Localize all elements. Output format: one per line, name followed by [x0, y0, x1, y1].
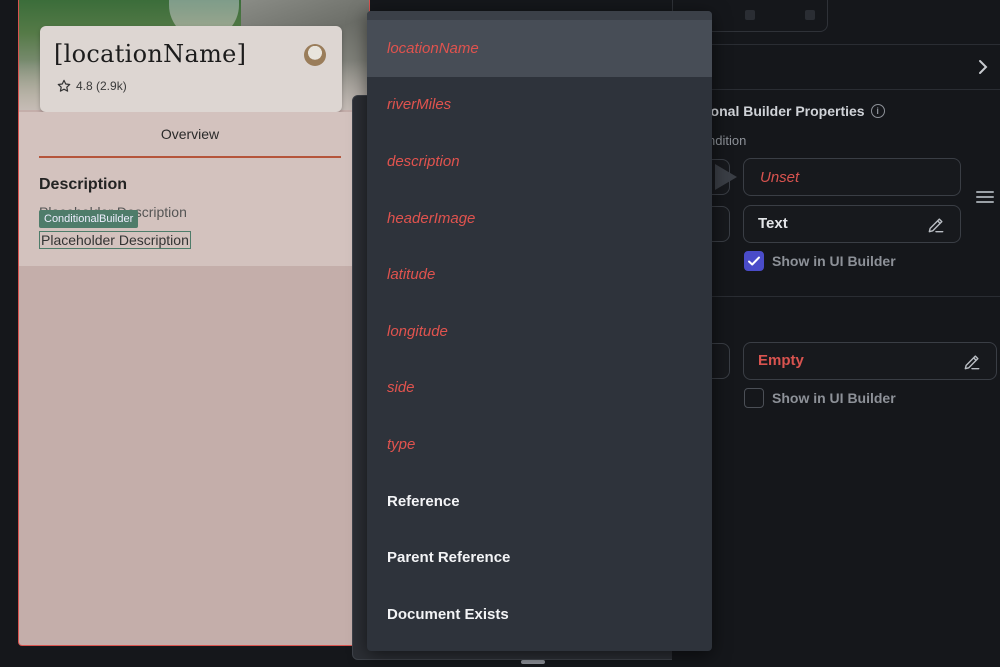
- rating-row: 4.8 (2.9k): [56, 78, 127, 94]
- show-in-ui-builder-row: Show in UI Builder: [744, 388, 896, 408]
- widget-type-field[interactable]: Text: [743, 205, 961, 243]
- description-section: Description Placeholder Description Cond…: [19, 162, 369, 266]
- show-in-ui-builder-checkbox[interactable]: [744, 388, 764, 408]
- chevron-right-icon[interactable]: [976, 58, 990, 76]
- alignment-dot[interactable]: [745, 10, 755, 20]
- checkmark-icon: [748, 256, 760, 266]
- condition-pointer-arrow: [715, 164, 737, 190]
- location-thumbnail: [304, 44, 326, 66]
- dropdown-top-edge: [367, 11, 712, 20]
- star-outline-icon: [57, 79, 71, 92]
- hamburger-icon[interactable]: [976, 191, 994, 205]
- rating-text: 4.8 (2.9k): [76, 79, 127, 93]
- app-root: [locationName] 4.8 (2.9k) Overview Descr…: [0, 0, 1000, 667]
- description-heading[interactable]: Description: [39, 176, 127, 194]
- tab-overview[interactable]: Overview: [39, 112, 341, 158]
- conditional-builder-badge[interactable]: ConditionalBuilder: [39, 210, 139, 228]
- info-icon[interactable]: i: [870, 104, 885, 118]
- show-in-ui-builder-label: Show in UI Builder: [772, 390, 896, 406]
- location-name-text[interactable]: [locationName]: [54, 40, 246, 68]
- scroll-handle[interactable]: [521, 660, 545, 664]
- conditional-builder-properties-title: tional Builder Properties i: [702, 103, 885, 119]
- condition-label: ndition: [708, 133, 747, 148]
- menu-item-locationname[interactable]: locationName: [367, 20, 712, 77]
- divider: [672, 89, 1000, 90]
- menu-item-longitude[interactable]: longitude: [367, 303, 712, 360]
- pencil-icon[interactable]: [926, 215, 946, 235]
- condition-value-field[interactable]: Unset: [743, 158, 961, 196]
- field-selector-dropdown[interactable]: locationName riverMiles description headerI…: [367, 11, 712, 651]
- widget-type-text: Text: [758, 215, 788, 232]
- divider: [672, 44, 1000, 45]
- tab-bar: Overview: [19, 112, 369, 162]
- empty-value-field[interactable]: Empty: [743, 342, 997, 380]
- alignment-dot[interactable]: [805, 10, 815, 20]
- menu-item-description[interactable]: description: [367, 133, 712, 190]
- menu-item-side[interactable]: side: [367, 360, 712, 417]
- menu-item-document-exists[interactable]: Document Exists: [367, 586, 712, 643]
- show-in-ui-builder-row: Show in UI Builder: [744, 251, 896, 271]
- canvas-preview[interactable]: [locationName] 4.8 (2.9k) Overview Descr…: [18, 0, 370, 646]
- pencil-icon[interactable]: [962, 352, 982, 372]
- menu-item-parent-reference[interactable]: Parent Reference: [367, 529, 712, 586]
- title-card[interactable]: [locationName] 4.8 (2.9k): [40, 26, 342, 112]
- divider: [672, 296, 1000, 297]
- show-in-ui-builder-label: Show in UI Builder: [772, 253, 896, 269]
- condition-value-text: Unset: [760, 169, 800, 186]
- properties-panel: g tional Builder Properties i ndition Un…: [662, 0, 1000, 667]
- dropdown-menu-list: locationName riverMiles description headerI…: [367, 20, 712, 643]
- menu-item-latitude[interactable]: latitude: [367, 246, 712, 303]
- empty-value-text: Empty: [758, 352, 804, 369]
- menu-item-type[interactable]: type: [367, 416, 712, 473]
- show-in-ui-builder-checkbox[interactable]: [744, 251, 764, 271]
- selected-description-text[interactable]: Placeholder Description: [39, 231, 191, 249]
- menu-item-reference[interactable]: Reference: [367, 473, 712, 530]
- section-title-text: tional Builder Properties: [702, 103, 865, 119]
- menu-item-headerimage[interactable]: headerImage: [367, 190, 712, 247]
- menu-item-rivermiles[interactable]: riverMiles: [367, 77, 712, 134]
